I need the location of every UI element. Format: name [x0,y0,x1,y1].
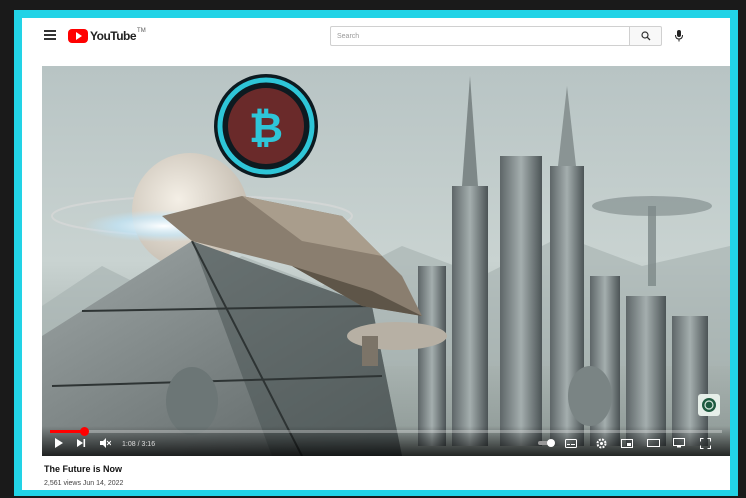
search-placeholder: Search [337,33,360,40]
cast-button[interactable] [672,436,686,450]
theater-icon [646,439,660,447]
mute-icon [99,438,111,448]
youtube-page: YouTube TM Search ₿ 1:08 / 3:16 The Futu… [22,18,730,490]
youtube-play-logo-icon [68,29,88,43]
logo-text: YouTube [90,29,137,43]
player-controls: 1:08 / 3:16 [42,426,730,456]
search-input[interactable]: Search [330,26,630,46]
hamburger-menu-icon[interactable] [44,30,56,40]
highlight-border: YouTube TM Search ₿ 1:08 / 3:16 The Futu… [14,10,738,496]
progress-bar[interactable] [50,427,722,436]
voice-search-button[interactable] [670,27,688,45]
subtitles-button[interactable] [564,436,578,450]
settings-icon [596,438,606,448]
autoplay-toggle[interactable] [536,436,558,450]
play-button[interactable] [52,436,66,450]
next-button[interactable] [74,436,88,450]
mute-button[interactable] [98,436,112,450]
scrubber-handle[interactable] [79,427,89,436]
search-button[interactable] [630,26,662,46]
autoplay-toggle-icon [538,439,555,447]
video-player[interactable]: ₿ 1:08 / 3:16 [42,66,730,456]
masthead: YouTube TM Search [22,18,730,54]
settings-button[interactable] [594,436,608,450]
miniplayer-button[interactable] [620,436,634,450]
time-display: 1:08 / 3:16 [122,441,156,448]
cast-icon [673,438,685,448]
search-icon [640,31,650,41]
video-meta: 2,561 views Jun 14, 2022 [44,480,124,487]
channel-logo-icon [702,398,716,412]
progress-fill [50,430,84,433]
svg-text:₿: ₿ [249,104,283,151]
video-title: The Future is Now [44,464,123,474]
play-icon [55,438,63,448]
channel-watermark[interactable] [698,394,720,416]
youtube-logo[interactable]: YouTube TM [68,28,146,44]
screen-frame: YouTube TM Search ₿ 1:08 / 3:16 The Futu… [0,0,746,498]
subtitles-icon [565,438,577,448]
miniplayer-icon [621,438,633,448]
fullscreen-icon [699,437,711,449]
next-icon [77,439,86,447]
theater-mode-button[interactable] [646,436,660,450]
logo-superscript: TM [137,28,146,34]
microphone-icon [675,30,683,42]
fullscreen-button[interactable] [698,436,712,450]
video-frame: ₿ [42,66,730,456]
